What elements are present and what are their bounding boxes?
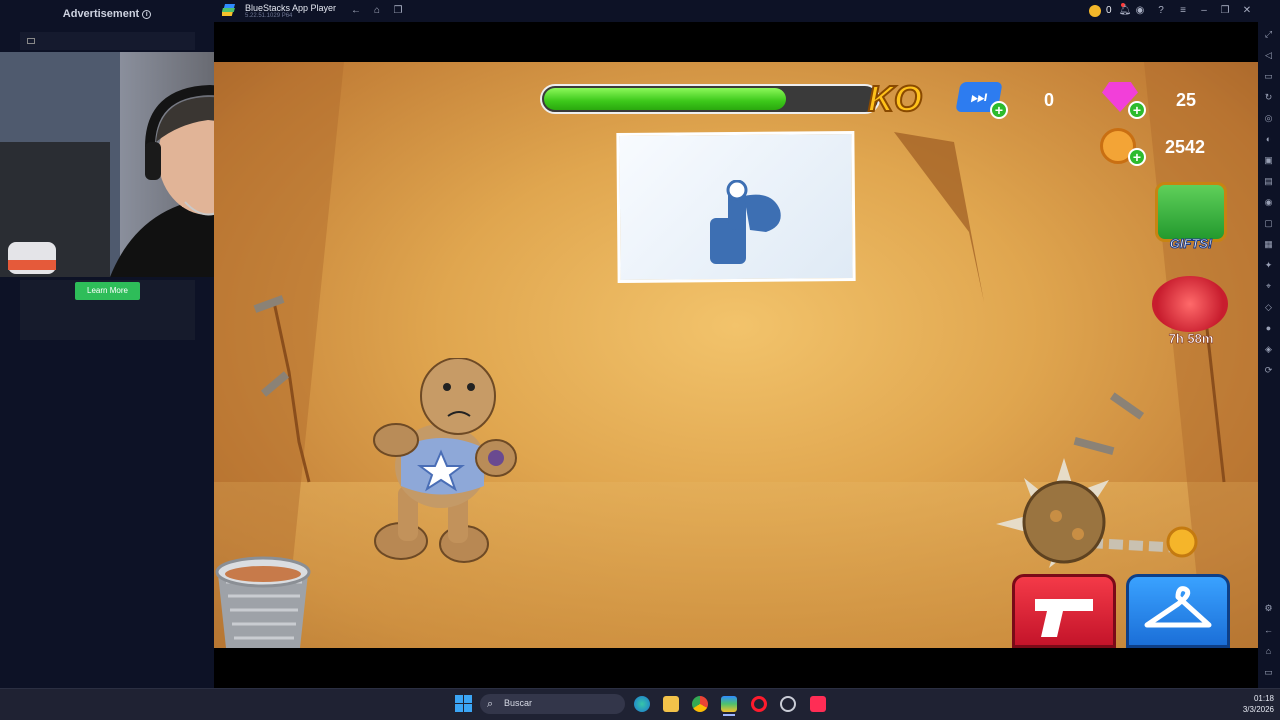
shake-icon[interactable]: ◎ xyxy=(1262,112,1275,125)
clock-date[interactable]: 3/3/2026 xyxy=(1230,705,1274,714)
drag-hand-icon xyxy=(710,180,781,264)
back-icon[interactable]: ← xyxy=(349,4,363,18)
advertisement-title: Advertisement i xyxy=(0,8,214,20)
account-icon[interactable]: ◉ xyxy=(1133,4,1147,18)
chrome-icon[interactable] xyxy=(692,696,708,712)
eco-mode-icon[interactable]: ✦ xyxy=(1262,259,1275,272)
close-icon[interactable]: ✕ xyxy=(1240,4,1254,18)
weapons-category-button[interactable] xyxy=(1012,574,1116,648)
pin-icon[interactable]: ● xyxy=(1262,322,1275,335)
gems-count: 25 xyxy=(1176,90,1197,110)
tiktok-icon[interactable] xyxy=(810,696,826,712)
macro-icon[interactable]: ▣ xyxy=(1262,154,1275,167)
rotate-icon[interactable]: ↻ xyxy=(1262,91,1275,104)
keyboard-icon[interactable]: ▭ xyxy=(1262,70,1275,83)
outfits-category-button[interactable] xyxy=(1126,574,1230,648)
gamepad-icon[interactable]: ◐ xyxy=(1262,133,1275,146)
letterbox-top xyxy=(214,22,1258,62)
taskbar-search-box[interactable] xyxy=(480,694,625,714)
gifts-icon[interactable] xyxy=(1155,182,1227,242)
add-bucks-button[interactable]: + xyxy=(1128,148,1146,166)
location-icon[interactable]: ⌖ xyxy=(1262,280,1275,293)
screenshot-icon[interactable]: ▤ xyxy=(1262,175,1275,188)
hanger-icon xyxy=(1144,586,1212,628)
special-offer-icon[interactable] xyxy=(1152,276,1228,332)
ko-progress-fill xyxy=(544,88,786,110)
install-apk-icon[interactable]: ▦ xyxy=(1262,238,1275,251)
app-version: 5.22.51.1029 P64 xyxy=(245,13,293,19)
volume-icon[interactable]: ◁ xyxy=(1262,49,1275,62)
pistol-icon xyxy=(1035,599,1093,637)
opera-icon[interactable] xyxy=(751,696,767,712)
help-icon[interactable]: ? xyxy=(1154,4,1168,18)
record-icon[interactable]: ◉ xyxy=(1262,196,1275,209)
search-icon: ⌕ xyxy=(487,698,494,710)
trash-can-icon[interactable] xyxy=(214,552,312,648)
letterbox-bottom xyxy=(214,648,1258,688)
stack-icon[interactable]: ◈ xyxy=(1262,343,1275,356)
layers-icon[interactable]: ◇ xyxy=(1262,301,1275,314)
skips-count: 0 xyxy=(1044,90,1055,110)
clock-time[interactable]: 01:18 xyxy=(1240,694,1274,703)
active-app-indicator xyxy=(723,714,735,716)
add-skips-button[interactable]: + xyxy=(990,101,1008,119)
ko-label: KO xyxy=(867,77,923,120)
settings-app-icon[interactable] xyxy=(780,696,796,712)
multi-instance-icon[interactable]: ❐ xyxy=(391,4,405,18)
offer-timer: 7h 58m xyxy=(1168,331,1214,347)
info-icon[interactable]: i xyxy=(142,10,152,19)
bluestacks-icon[interactable] xyxy=(721,696,737,712)
restore-icon[interactable]: ❐ xyxy=(1218,4,1232,18)
ad-banner-bar xyxy=(20,32,195,50)
ad-image-icon xyxy=(27,38,35,44)
taskbar-search-placeholder: Buscar xyxy=(504,698,533,708)
bluestacks-logo-icon xyxy=(222,4,235,16)
media-icon[interactable]: ▢ xyxy=(1262,217,1275,230)
gifts-label[interactable]: GIFTS! xyxy=(1154,236,1228,252)
android-home-icon[interactable]: ⌂ xyxy=(1262,645,1275,658)
settings-icon[interactable]: ⚙ xyxy=(1262,602,1275,615)
fullscreen-icon[interactable]: ⤢ xyxy=(1262,28,1275,41)
windows-start-icon[interactable] xyxy=(455,695,472,712)
file-explorer-icon[interactable] xyxy=(663,696,679,712)
home-icon[interactable]: ⌂ xyxy=(370,4,384,18)
add-gems-button[interactable]: + xyxy=(1128,101,1146,119)
edge-icon[interactable] xyxy=(634,696,650,712)
buddy-ragdoll[interactable] xyxy=(356,358,526,568)
minimize-icon[interactable]: – xyxy=(1197,4,1211,18)
android-back-icon[interactable]: ← xyxy=(1262,624,1275,637)
buddy-bucks-count: 2542 xyxy=(1165,137,1206,157)
coin-icon[interactable] xyxy=(1089,5,1101,17)
app-title: BlueStacks App Player xyxy=(245,3,337,13)
learn-more-button[interactable]: Learn More xyxy=(75,282,140,300)
sync-icon[interactable]: ⟳ xyxy=(1262,364,1275,377)
android-recents-icon[interactable]: ▭ xyxy=(1262,666,1275,679)
notification-icon[interactable]: 🔔︎ xyxy=(1118,4,1132,18)
menu-icon[interactable]: ≡ xyxy=(1176,4,1190,18)
coin-count: 0 xyxy=(1106,5,1112,16)
spiked-mace-weapon[interactable] xyxy=(994,458,1204,578)
